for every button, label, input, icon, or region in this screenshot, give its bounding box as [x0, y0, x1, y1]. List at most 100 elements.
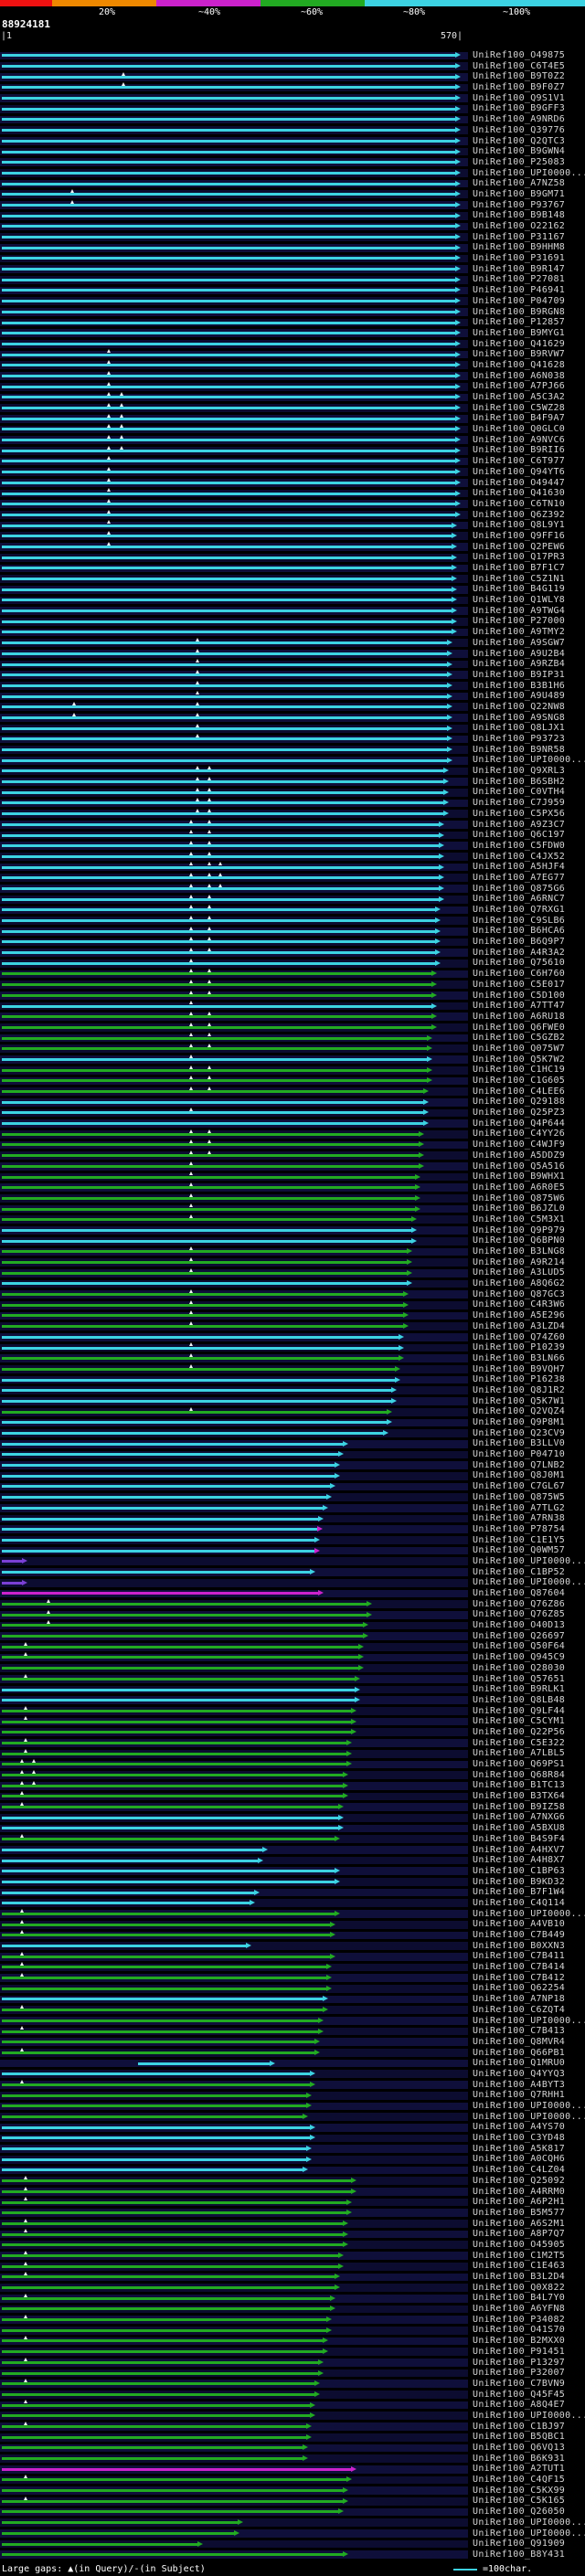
alignment-bar[interactable]	[2, 1474, 335, 1478]
alignment-bar[interactable]	[2, 225, 456, 228]
hit-id-label[interactable]: UniRef100_Q2PEW6	[473, 542, 565, 553]
hit-id-label[interactable]: UniRef100_Q7RHH1	[473, 2090, 565, 2101]
alignment-bar[interactable]	[2, 1057, 429, 1061]
alignment-bar[interactable]	[2, 2030, 320, 2033]
alignment-bar[interactable]	[2, 2446, 303, 2450]
hit-id-label[interactable]: UniRef100_A9U2B4	[473, 649, 565, 660]
hit-id-label[interactable]: UniRef100_B9IZ58	[473, 1802, 565, 1813]
alignment-bar[interactable]	[2, 716, 449, 719]
alignment-bar[interactable]	[2, 1581, 24, 1585]
hit-id-label[interactable]: UniRef100_B9KD32	[473, 1877, 565, 1888]
hit-id-label[interactable]: UniRef100_C1BJ97	[473, 2422, 565, 2433]
hit-id-label[interactable]: UniRef100_C7J959	[473, 798, 565, 809]
hit-id-label[interactable]: UniRef100_C5CYM1	[473, 1716, 565, 1727]
hit-id-label[interactable]: UniRef100_B3LLV0	[473, 1438, 565, 1449]
hit-id-label[interactable]: UniRef100_UPI0000...	[473, 1556, 585, 1567]
alignment-bar[interactable]	[2, 2072, 312, 2076]
alignment-bar[interactable]	[2, 1934, 332, 1937]
alignment-bar[interactable]	[2, 790, 444, 794]
hit-id-label[interactable]: UniRef100_Q875W6	[473, 1193, 565, 1204]
alignment-bar[interactable]	[2, 2264, 340, 2268]
hit-id-label[interactable]: UniRef100_C5D100	[473, 991, 565, 1002]
alignment-bar[interactable]	[2, 471, 456, 474]
alignment-bar[interactable]	[2, 1047, 429, 1051]
alignment-bar[interactable]	[2, 1699, 356, 1702]
hit-id-label[interactable]: UniRef100_C1G605	[473, 1076, 565, 1087]
hit-id-label[interactable]: UniRef100_A5E296	[473, 1310, 565, 1321]
alignment-bar[interactable]	[2, 1603, 368, 1606]
hit-id-label[interactable]: UniRef100_Q25092	[473, 2176, 565, 2187]
alignment-bar[interactable]	[2, 663, 449, 666]
alignment-bar[interactable]	[2, 854, 441, 858]
alignment-bar[interactable]	[2, 150, 456, 154]
hit-id-label[interactable]: UniRef100_UPI0000...	[473, 2518, 585, 2528]
hit-id-label[interactable]: UniRef100_A7TLG2	[473, 1503, 565, 1514]
alignment-bar[interactable]	[2, 1025, 432, 1029]
alignment-bar[interactable]	[2, 54, 456, 58]
hit-id-label[interactable]: UniRef100_B6K931	[473, 2454, 565, 2465]
alignment-bar[interactable]	[2, 1870, 335, 1873]
hit-id-label[interactable]: UniRef100_Q9P979	[473, 1225, 565, 1236]
alignment-bar[interactable]	[2, 75, 456, 79]
hit-id-label[interactable]: UniRef100_Q9S1V1	[473, 93, 565, 104]
alignment-bar[interactable]	[2, 1528, 318, 1532]
hit-id-label[interactable]: UniRef100_C7B412	[473, 1973, 565, 1984]
hit-id-label[interactable]: UniRef100_UPI0000...	[473, 1577, 585, 1588]
hit-id-label[interactable]: UniRef100_B9R147	[473, 264, 565, 275]
alignment-bar[interactable]	[2, 897, 441, 901]
alignment-bar[interactable]	[2, 1143, 420, 1147]
hit-id-label[interactable]: UniRef100_Q62254	[473, 1983, 565, 1994]
alignment-bar[interactable]	[2, 86, 456, 90]
hit-id-label[interactable]: UniRef100_B3L2D4	[473, 2272, 565, 2283]
hit-id-label[interactable]: UniRef100_Q50F64	[473, 1641, 565, 1652]
hit-id-label[interactable]: UniRef100_A9TWG4	[473, 606, 565, 617]
alignment-bar[interactable]	[2, 2467, 352, 2471]
alignment-bar[interactable]	[2, 578, 452, 581]
alignment-bar[interactable]	[2, 1859, 260, 1862]
hit-id-label[interactable]: UniRef100_B9GFF3	[473, 103, 565, 114]
hit-id-label[interactable]: UniRef100_O41S70	[473, 2325, 565, 2336]
hit-id-label[interactable]: UniRef100_B4F9A7	[473, 413, 565, 424]
alignment-bar[interactable]	[2, 1496, 328, 1500]
hit-id-label[interactable]: UniRef100_Q41628	[473, 360, 565, 371]
alignment-bar[interactable]	[2, 1228, 412, 1232]
hit-id-label[interactable]: UniRef100_O49447	[473, 478, 565, 489]
hit-id-label[interactable]: UniRef100_O49875	[473, 50, 565, 61]
alignment-bar[interactable]	[2, 1966, 328, 1969]
hit-id-label[interactable]: UniRef100_B6SBH2	[473, 777, 565, 788]
alignment-bar[interactable]	[2, 1688, 356, 1691]
alignment-bar[interactable]	[2, 1325, 404, 1329]
alignment-bar[interactable]	[2, 780, 444, 784]
hit-id-label[interactable]: UniRef100_B3B1H6	[473, 681, 565, 692]
hit-id-label[interactable]: UniRef100_A4VB10	[473, 1919, 565, 1930]
alignment-bar[interactable]	[2, 1389, 392, 1393]
hit-id-label[interactable]: UniRef100_P34082	[473, 2315, 565, 2326]
alignment-bar[interactable]	[2, 1357, 400, 1361]
hit-id-label[interactable]: UniRef100_B5M577	[473, 2208, 565, 2219]
hit-id-label[interactable]: UniRef100_Q2VQZ4	[473, 1406, 565, 1417]
alignment-bar[interactable]	[2, 1282, 409, 1286]
hit-id-label[interactable]: UniRef100_P12857	[473, 317, 565, 328]
alignment-bar[interactable]	[2, 1090, 424, 1094]
alignment-bar[interactable]	[2, 1827, 340, 1830]
hit-id-label[interactable]: UniRef100_UPI0000...	[473, 2112, 585, 2123]
alignment-bar[interactable]	[2, 705, 449, 709]
alignment-bar[interactable]	[2, 332, 456, 335]
alignment-bar[interactable]	[2, 2414, 312, 2418]
hit-id-label[interactable]: UniRef100_Q45F45	[473, 2390, 565, 2401]
hit-id-label[interactable]: UniRef100_C7GL67	[473, 1481, 565, 1492]
alignment-bar[interactable]	[2, 726, 449, 730]
hit-id-label[interactable]: UniRef100_C7B414	[473, 1962, 565, 1973]
alignment-bar[interactable]	[2, 2360, 320, 2364]
hit-id-label[interactable]: UniRef100_P91451	[473, 2347, 565, 2358]
alignment-bar[interactable]	[2, 1784, 344, 1787]
hit-id-label[interactable]: UniRef100_B9IP31	[473, 670, 565, 681]
alignment-bar[interactable]	[2, 1175, 416, 1179]
hit-id-label[interactable]: UniRef100_P31167	[473, 232, 565, 243]
hit-id-label[interactable]: UniRef100_A9SGW7	[473, 638, 565, 649]
alignment-bar[interactable]	[2, 1624, 364, 1627]
hit-id-label[interactable]: UniRef100_C7B449	[473, 1930, 565, 1941]
alignment-bar[interactable]	[2, 353, 456, 356]
hit-id-label[interactable]: UniRef100_Q875G6	[473, 884, 565, 895]
hit-id-label[interactable]: UniRef100_C4LEE6	[473, 1087, 565, 1097]
